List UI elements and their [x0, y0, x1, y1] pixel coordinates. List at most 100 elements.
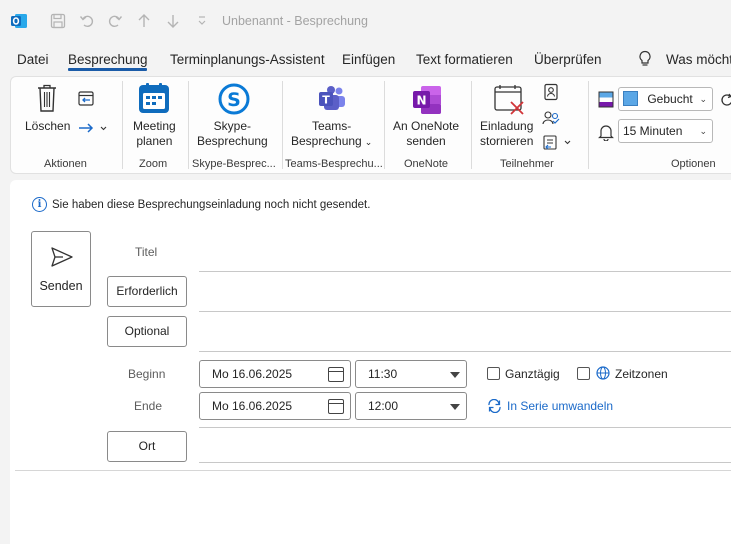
onenote-icon[interactable]: N: [411, 85, 443, 120]
ribbon-separator: [122, 81, 123, 169]
optional-attendees-input[interactable]: [199, 351, 731, 352]
group-label-aktionen: Aktionen: [44, 158, 87, 170]
required-attendees-input[interactable]: [199, 311, 731, 312]
ribbon-separator: [384, 81, 385, 169]
tab-text-formatieren[interactable]: Text formatieren: [416, 52, 513, 67]
onenote-label-line2: senden: [406, 134, 446, 148]
title-bar: Unbenannt - Besprechung: [0, 0, 731, 42]
forward-icon[interactable]: [77, 121, 107, 140]
tell-me-search[interactable]: Was möcht: [666, 52, 731, 67]
teams-label-line2: Besprechung: [291, 134, 362, 148]
start-label: Beginn: [128, 367, 166, 381]
meeting-plan-button[interactable]: Meeting planen: [133, 119, 176, 149]
all-day-label: Ganztägig: [505, 367, 560, 381]
bell-icon: [598, 123, 614, 146]
arrow-up-icon[interactable]: [133, 10, 155, 32]
teams-icon[interactable]: T: [317, 85, 347, 118]
end-date-field[interactable]: Mo 16.06.2025: [199, 392, 351, 420]
meeting-plan-label-line2: planen: [136, 134, 173, 148]
group-label-skype: Skype-Besprec...: [192, 158, 276, 170]
end-date-value: Mo 16.06.2025: [212, 399, 293, 413]
dropdown-arrow-icon: [450, 404, 460, 410]
save-icon[interactable]: [47, 10, 69, 32]
svg-text:N: N: [416, 94, 426, 108]
ribbon-separator: [471, 81, 472, 169]
tab-datei[interactable]: Datei: [17, 52, 49, 67]
redo-icon[interactable]: [104, 10, 126, 32]
delete-icon[interactable]: [35, 83, 59, 118]
tab-besprechung[interactable]: Besprechung: [68, 52, 148, 67]
calendar-icon[interactable]: [328, 367, 344, 382]
cancel-invitation-button[interactable]: Einladung stornieren: [480, 119, 533, 149]
send-button[interactable]: Senden: [31, 231, 91, 307]
window-title: Unbenannt - Besprechung: [222, 14, 368, 28]
ribbon-separator: [588, 81, 589, 169]
optional-attendees-button[interactable]: Optional: [107, 316, 187, 347]
end-time-select[interactable]: 12:00: [355, 392, 467, 420]
ribbon-separator: [188, 81, 189, 169]
ribbon: Löschen Aktionen Meeting planen Zoom S S…: [10, 76, 731, 174]
info-text: Sie haben diese Besprechungseinladung no…: [52, 198, 371, 211]
svg-text:S: S: [227, 89, 241, 111]
response-options-icon[interactable]: [542, 134, 576, 157]
chevron-down-icon: ⌄: [364, 137, 373, 147]
separator-line: [199, 427, 731, 428]
all-day-checkbox[interactable]: [487, 367, 500, 380]
chevron-down-icon: ⌄: [699, 94, 707, 104]
start-time-select[interactable]: 11:30: [355, 360, 467, 388]
busy-color-swatch: [623, 91, 638, 107]
meeting-form: i Sie haben diese Besprechungseinladung …: [10, 180, 731, 544]
required-attendees-button[interactable]: Erforderlich: [107, 276, 187, 307]
quick-access-dropdown-icon[interactable]: [191, 10, 213, 32]
group-label-optionen: Optionen: [671, 158, 716, 170]
check-names-icon[interactable]: [542, 109, 560, 132]
location-button[interactable]: Ort: [107, 431, 187, 462]
meeting-calendar-icon[interactable]: [138, 82, 170, 119]
send-label: Senden: [39, 279, 83, 293]
send-icon: [50, 246, 74, 273]
tab-terminplanungs-assistent[interactable]: Terminplanungs-Assistent: [170, 52, 325, 67]
info-icon: i: [32, 197, 47, 212]
start-date-field[interactable]: Mo 16.06.2025: [199, 360, 351, 388]
teams-label-line1: Teams-: [311, 119, 352, 133]
reminder-select[interactable]: 15 Minuten ⌄: [618, 119, 713, 143]
send-to-onenote-button[interactable]: An OneNote senden: [393, 119, 459, 149]
group-label-onenote: OneNote: [404, 158, 449, 170]
info-bar: i Sie haben diese Besprechungseinladung …: [32, 197, 370, 212]
group-label-teilnehmer: Teilnehmer: [500, 158, 554, 170]
undo-icon[interactable]: [76, 10, 98, 32]
ribbon-separator: [282, 81, 283, 169]
timezones-checkbox[interactable]: [577, 367, 590, 380]
chevron-down-icon: ⌄: [699, 126, 707, 136]
arrow-down-icon[interactable]: [162, 10, 184, 32]
delete-button[interactable]: Löschen: [25, 119, 70, 134]
show-as-value: Gebucht: [647, 92, 693, 106]
onenote-label-line1: An OneNote: [393, 119, 460, 133]
teams-meeting-button[interactable]: Teams- Besprechung ⌄: [291, 119, 372, 150]
address-book-icon[interactable]: [543, 83, 559, 106]
recurrence-icon[interactable]: [720, 93, 731, 112]
title-label: Titel: [135, 245, 158, 259]
skype-icon[interactable]: S: [217, 82, 251, 121]
make-recurring-link[interactable]: In Serie umwandeln: [507, 399, 613, 413]
tab-einfuegen[interactable]: Einfügen: [342, 52, 395, 67]
message-body[interactable]: [15, 472, 731, 544]
title-input[interactable]: [199, 271, 731, 272]
group-label-teams: Teams-Besprechu...: [285, 158, 383, 170]
calendar-icon[interactable]: [328, 399, 344, 414]
active-tab-indicator: [68, 68, 147, 71]
tab-ueberpruefen[interactable]: Überprüfen: [534, 52, 602, 67]
calendar-forward-icon[interactable]: [77, 89, 95, 112]
group-label-zoom: Zoom: [139, 158, 168, 170]
show-as-icon: [598, 91, 614, 114]
skype-label-line1: Skype-: [213, 119, 252, 133]
skype-meeting-button[interactable]: Skype- Besprechung: [197, 119, 268, 149]
location-input[interactable]: [199, 462, 731, 463]
meeting-plan-label-line1: Meeting: [133, 119, 176, 133]
show-as-select[interactable]: Gebucht ⌄: [618, 87, 713, 111]
lightbulb-icon: [638, 50, 652, 71]
recurrence-icon[interactable]: [487, 398, 502, 418]
end-label: Ende: [134, 399, 163, 413]
cancel-invitation-icon[interactable]: [493, 83, 525, 120]
start-date-value: Mo 16.06.2025: [212, 367, 293, 381]
